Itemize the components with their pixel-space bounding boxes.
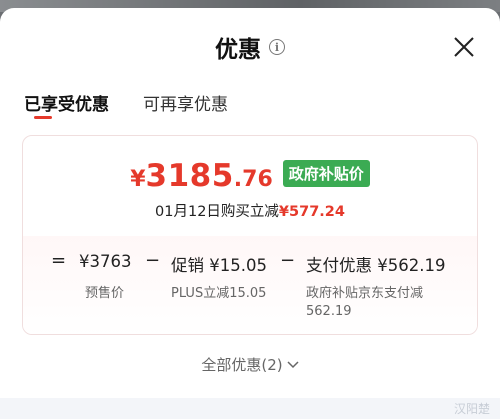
watermark: 汉阳楚 xyxy=(453,402,490,416)
chevron-down-icon xyxy=(287,360,299,368)
dialog-header: 优惠 i xyxy=(0,30,500,64)
equals-sign: = xyxy=(51,250,67,271)
price-integer: 3185 xyxy=(145,158,234,194)
all-discounts-label: 全部优惠(2) xyxy=(201,356,283,374)
promo-label: PLUS立减15.05 xyxy=(171,286,267,301)
final-price: ¥ 3185 .76 政府补贴价 xyxy=(23,158,477,194)
promo-amount: 促销 ¥15.05 xyxy=(171,256,267,275)
price-summary: ¥ 3185 .76 政府补贴价 01月12日购买立减¥577.24 xyxy=(23,136,477,236)
discount-dialog: 优惠 i 已享受优惠 可再享优惠 ¥ 3185 .76 政府补贴价 01月12日… xyxy=(0,8,500,419)
active-tab-indicator xyxy=(34,116,52,119)
bottom-bar: 汉阳楚 xyxy=(0,398,500,419)
dialog-title: 优惠 xyxy=(215,37,261,63)
info-icon[interactable]: i xyxy=(269,39,285,55)
payment-discount-label: 政府补贴京东支付减 xyxy=(306,286,424,301)
minus-sign: − xyxy=(280,250,296,271)
purchase-discount-amount: ¥577.24 xyxy=(278,204,345,220)
tab-enjoyed-discounts[interactable]: 已享受优惠 xyxy=(24,90,109,115)
close-icon[interactable] xyxy=(452,35,476,59)
payment-discount-amount: 支付优惠 ¥562.19 xyxy=(306,256,446,275)
purchase-discount-line: 01月12日购买立减¥577.24 xyxy=(23,200,477,221)
tab-bar: 已享受优惠 可再享优惠 xyxy=(24,90,228,115)
price-breakdown: = ¥3763 预售价 − 促销 ¥15.05 PLUS立减15.05 − 支付… xyxy=(23,236,477,334)
price-decimal: .76 xyxy=(233,167,273,192)
payment-discount-label-amount: 562.19 xyxy=(306,304,352,319)
gov-subsidy-badge: 政府补贴价 xyxy=(282,159,370,187)
tab-more-discounts[interactable]: 可再享优惠 xyxy=(143,90,228,115)
presale-label: 预售价 xyxy=(85,286,125,301)
purchase-date-text: 01月12日购买立减 xyxy=(155,204,279,220)
currency-symbol: ¥ xyxy=(130,167,146,192)
discount-card: ¥ 3185 .76 政府补贴价 01月12日购买立减¥577.24 = ¥37… xyxy=(22,135,478,335)
presale-amount: ¥3763 xyxy=(79,252,132,271)
minus-sign: − xyxy=(145,250,161,271)
all-discounts-toggle[interactable]: 全部优惠(2) xyxy=(0,354,500,375)
